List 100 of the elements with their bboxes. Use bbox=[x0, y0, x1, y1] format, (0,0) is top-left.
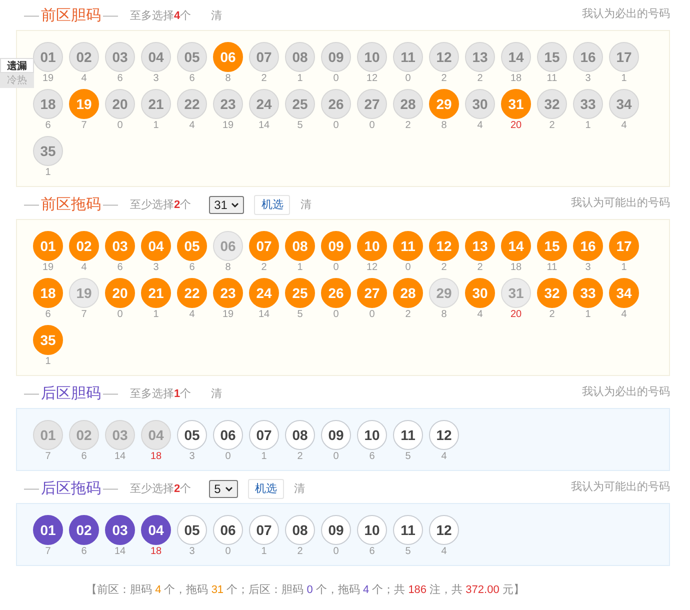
miss-count: 1 bbox=[153, 119, 159, 133]
miss-count: 0 bbox=[117, 308, 123, 322]
miss-count: 19 bbox=[42, 261, 54, 275]
miss-count: 1 bbox=[621, 72, 627, 86]
clear-button[interactable]: 清 bbox=[211, 8, 222, 24]
clear-button[interactable]: 清 bbox=[300, 196, 312, 214]
random-pick-button[interactable]: 机选 bbox=[248, 479, 284, 499]
miss-count: 4 bbox=[441, 545, 447, 559]
miss-count: 0 bbox=[333, 450, 339, 464]
miss-count: 19 bbox=[222, 119, 234, 133]
miss-count: 12 bbox=[366, 261, 378, 275]
hint-text: 至多选择4个 bbox=[130, 8, 192, 24]
miss-count: 6 bbox=[45, 119, 51, 133]
miss-count: 4 bbox=[477, 119, 483, 133]
miss-count: 6 bbox=[369, 545, 375, 559]
miss-count: 6 bbox=[189, 72, 195, 86]
dash-mark: — bbox=[103, 384, 118, 404]
miss-count: 2 bbox=[261, 72, 267, 86]
miss-count: 1 bbox=[585, 308, 591, 322]
dash-mark: — bbox=[24, 194, 39, 215]
miss-count: 2 bbox=[297, 450, 303, 464]
miss-count: 4 bbox=[81, 72, 87, 86]
miss-count: 18 bbox=[150, 450, 162, 464]
miss-count: 4 bbox=[441, 450, 447, 464]
dash-mark: — bbox=[103, 194, 118, 215]
clear-button[interactable]: 清 bbox=[294, 480, 305, 498]
miss-count: 3 bbox=[585, 261, 591, 275]
miss-count: 1 bbox=[297, 72, 303, 86]
miss-count: 5 bbox=[297, 308, 303, 322]
miss-count: 11 bbox=[546, 261, 558, 275]
note-text: 我认为必出的号码 bbox=[582, 384, 670, 400]
section-title: 前区胆码 bbox=[41, 6, 101, 26]
clear-button[interactable]: 清 bbox=[211, 386, 222, 402]
miss-count: 3 bbox=[153, 261, 159, 275]
miss-count: 20 bbox=[510, 308, 522, 322]
miss-count: 2 bbox=[549, 308, 555, 322]
miss-count: 0 bbox=[333, 119, 339, 133]
miss-count: 20 bbox=[510, 119, 522, 133]
miss-count: 11 bbox=[546, 72, 558, 86]
dash-mark: — bbox=[103, 478, 118, 499]
miss-count: 1 bbox=[153, 308, 159, 322]
count-dropdown[interactable]: 5 bbox=[209, 480, 238, 498]
side-tab[interactable]: 冷热 bbox=[0, 73, 34, 88]
hint-text: 至少选择2个 bbox=[130, 198, 192, 213]
miss-count: 1 bbox=[45, 166, 51, 180]
miss-count: 18 bbox=[510, 72, 522, 86]
miss-count: 8 bbox=[441, 308, 447, 322]
miss-count: 2 bbox=[477, 261, 483, 275]
dash-mark: — bbox=[24, 478, 39, 499]
miss-count: 5 bbox=[405, 545, 411, 559]
miss-count: 8 bbox=[225, 72, 231, 86]
miss-count: 4 bbox=[189, 308, 195, 322]
hint-text: 至少选择2个 bbox=[130, 482, 192, 497]
miss-count: 18 bbox=[510, 261, 522, 275]
note-text: 我认为可能出的号码 bbox=[571, 196, 670, 211]
miss-count: 3 bbox=[189, 545, 195, 559]
miss-count: 7 bbox=[45, 450, 51, 464]
miss-count: 6 bbox=[81, 545, 87, 559]
miss-count: 14 bbox=[258, 308, 270, 322]
section-title: 前区拖码 bbox=[41, 194, 101, 215]
miss-count: 1 bbox=[585, 119, 591, 133]
miss-count: 0 bbox=[333, 261, 339, 275]
miss-count: 5 bbox=[405, 450, 411, 464]
miss-count: 18 bbox=[150, 545, 162, 559]
section-title: 后区胆码 bbox=[41, 384, 101, 404]
miss-count: 6 bbox=[117, 261, 123, 275]
miss-count: 2 bbox=[477, 72, 483, 86]
hint-text: 至多选择1个 bbox=[130, 386, 192, 402]
miss-count: 7 bbox=[45, 545, 51, 559]
miss-count: 3 bbox=[153, 72, 159, 86]
miss-count: 8 bbox=[225, 261, 231, 275]
miss-count: 3 bbox=[585, 72, 591, 86]
miss-count: 7 bbox=[81, 119, 87, 133]
miss-count: 0 bbox=[405, 72, 411, 86]
side-tab[interactable]: 遗漏 bbox=[0, 58, 34, 73]
count-dropdown[interactable]: 31 bbox=[209, 196, 244, 214]
miss-count: 6 bbox=[81, 450, 87, 464]
note-text: 我认为必出的号码 bbox=[582, 6, 670, 22]
miss-count: 7 bbox=[81, 308, 87, 322]
miss-count: 0 bbox=[369, 119, 375, 133]
miss-count: 0 bbox=[225, 450, 231, 464]
note-text: 我认为可能出的号码 bbox=[571, 480, 670, 495]
miss-count: 14 bbox=[114, 450, 126, 464]
miss-count: 3 bbox=[189, 450, 195, 464]
miss-count: 2 bbox=[261, 261, 267, 275]
miss-count: 0 bbox=[369, 308, 375, 322]
miss-count: 4 bbox=[81, 261, 87, 275]
chevron-icon bbox=[224, 486, 233, 492]
miss-count: 1 bbox=[261, 545, 267, 559]
miss-count: 2 bbox=[441, 72, 447, 86]
chevron-icon bbox=[231, 202, 240, 208]
miss-count: 0 bbox=[117, 119, 123, 133]
miss-count: 1 bbox=[45, 355, 51, 369]
miss-count: 4 bbox=[621, 119, 627, 133]
miss-count: 0 bbox=[405, 261, 411, 275]
miss-count: 19 bbox=[222, 308, 234, 322]
miss-count: 6 bbox=[189, 261, 195, 275]
dash-mark: — bbox=[103, 6, 118, 26]
miss-count: 6 bbox=[369, 450, 375, 464]
random-pick-button[interactable]: 机选 bbox=[254, 195, 290, 215]
